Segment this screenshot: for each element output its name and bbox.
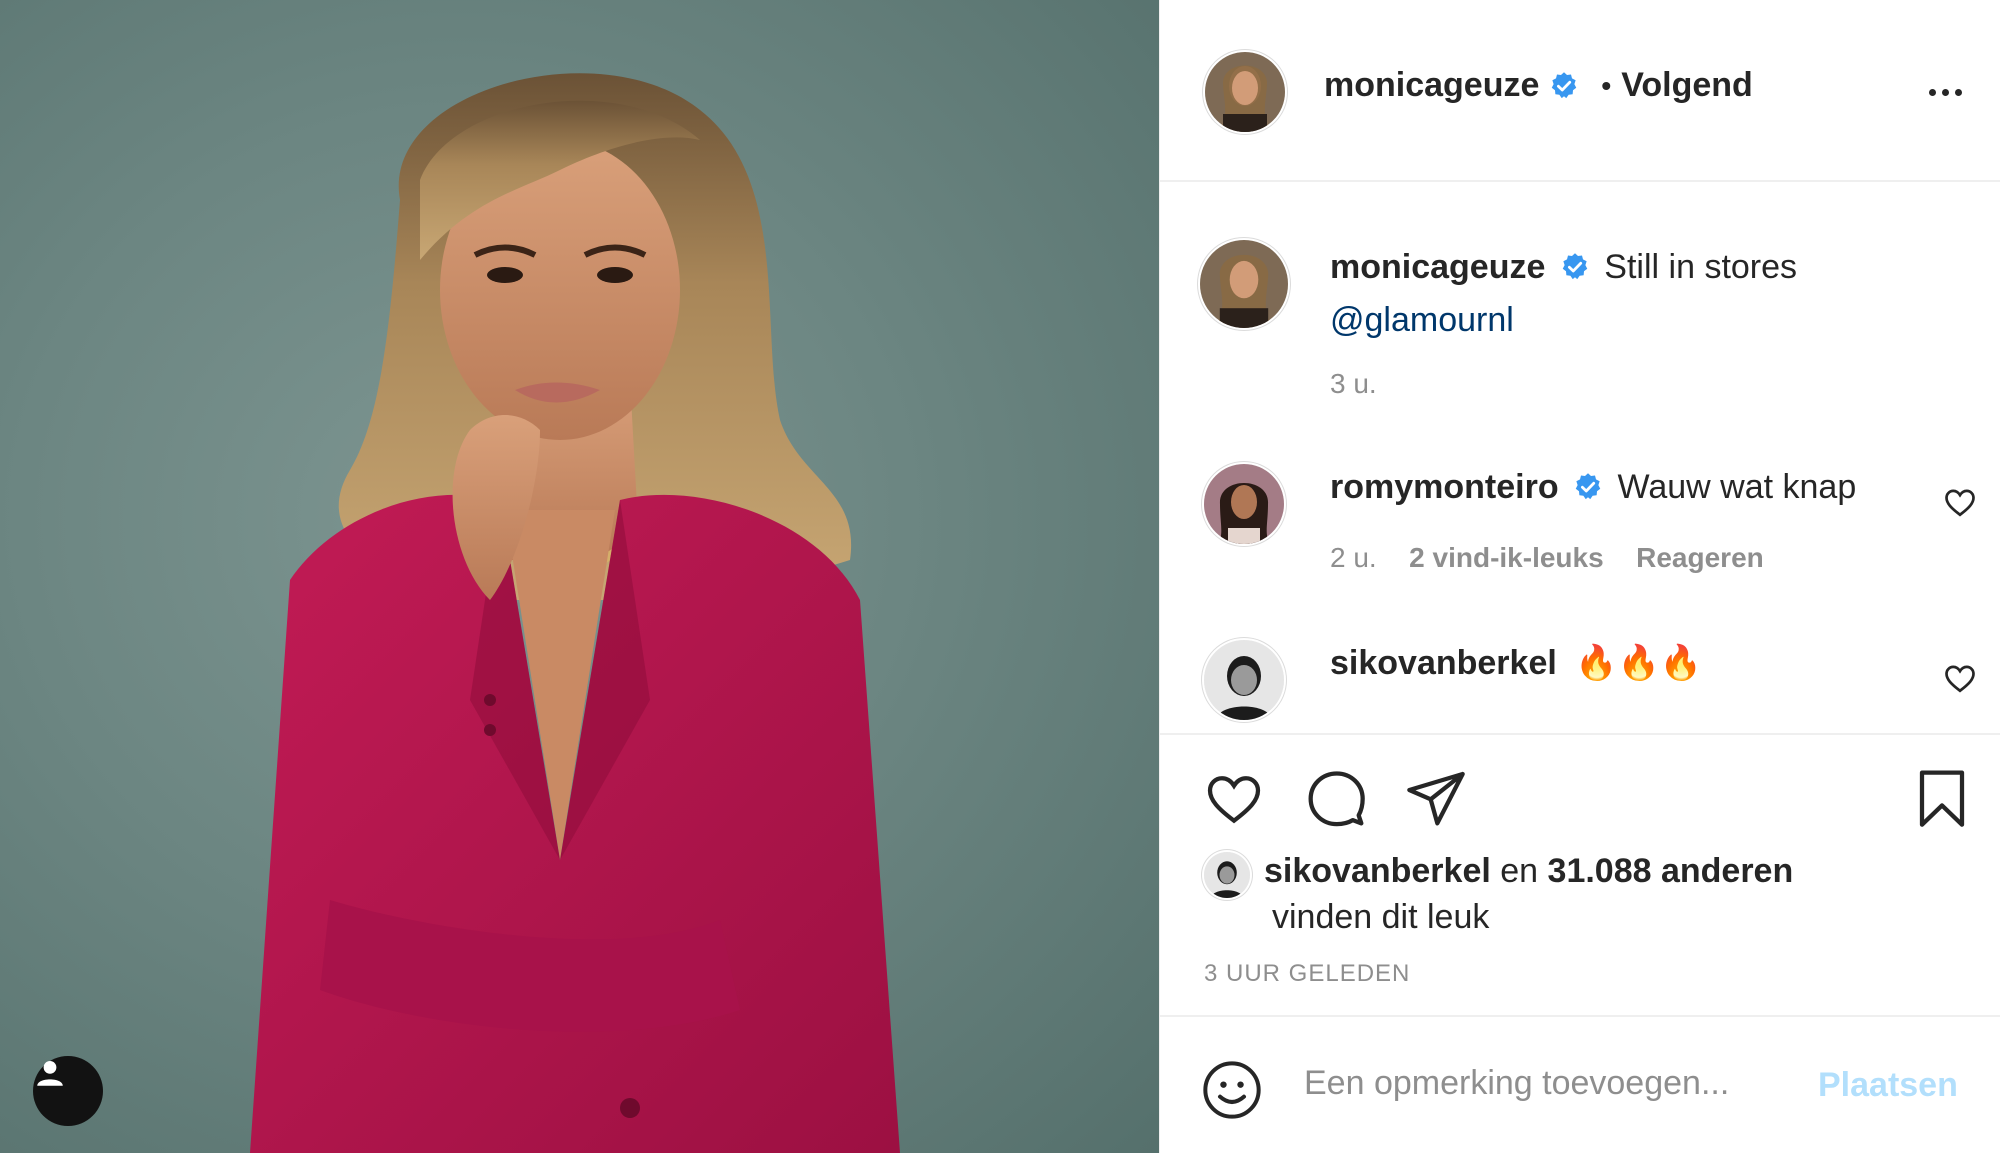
liker-username[interactable]: sikovanberkel (1264, 852, 1491, 890)
author-username[interactable]: monicageuze (1324, 66, 1539, 105)
comment-username[interactable]: romymonteiro (1330, 468, 1559, 506)
comment-time[interactable]: 2 u. (1330, 542, 1377, 573)
composer-divider (1160, 1015, 2000, 1017)
comment-username[interactable]: sikovanberkel (1330, 644, 1557, 682)
portrait-illustration (250, 73, 900, 1153)
comment-1: romymonteiro Wauw wat knap (1330, 464, 1856, 517)
comment-2: sikovanberkel 🔥🔥🔥 (1330, 640, 1702, 693)
likes-count-button[interactable]: 31.088 anderen (1548, 852, 1794, 890)
likes-connector: en (1500, 852, 1539, 890)
caption: monicageuze Still in stores @glamournl (1330, 244, 1950, 350)
author-avatar[interactable] (1205, 52, 1285, 132)
comment-likes-count[interactable]: 2 vind-ik-leuks (1409, 542, 1604, 573)
post-comment-button[interactable]: Plaatsen (1818, 1066, 1958, 1105)
comment-bubble-icon[interactable] (1304, 766, 1368, 830)
comment-like-heart-icon[interactable] (1942, 484, 1978, 520)
reply-button[interactable]: Reageren (1636, 542, 1764, 573)
following-button[interactable]: Volgend (1621, 66, 1753, 105)
smiley-icon[interactable] (1200, 1058, 1264, 1122)
bookmark-icon[interactable] (1910, 766, 1974, 830)
verified-badge-icon (1562, 253, 1588, 280)
comment-text: 🔥🔥🔥 (1575, 644, 1703, 682)
more-options-button[interactable] (1920, 72, 1970, 112)
post-sidebar: monicageuze • Volgend monicageuze Still … (1159, 0, 2000, 1153)
separator-dot: • (1601, 69, 1612, 101)
user-tag-icon (37, 1060, 63, 1086)
header-divider (1160, 180, 2000, 182)
comment-avatar-sikovanberkel[interactable] (1204, 640, 1284, 720)
comment-text: Wauw wat knap (1617, 468, 1857, 506)
comment-avatar-romymonteiro[interactable] (1204, 464, 1284, 544)
more-dots-icon (1928, 88, 1936, 96)
caption-mention-link[interactable]: @glamournl (1330, 301, 1514, 339)
comment-like-heart-icon[interactable] (1942, 660, 1978, 696)
comments-divider (1160, 733, 2000, 735)
likes-summary: sikovanberkel en 31.088 anderen vinden d… (1264, 848, 1793, 940)
post-image[interactable] (0, 0, 1159, 1153)
post-header: monicageuze • Volgend (1324, 66, 1753, 105)
caption-username[interactable]: monicageuze (1330, 248, 1545, 286)
avatar-image (1204, 640, 1284, 720)
user-tag-button[interactable] (33, 1056, 103, 1126)
liker-avatar[interactable] (1204, 852, 1250, 898)
caption-text: Still in stores (1604, 248, 1798, 286)
likes-suffix: vinden dit leuk (1272, 898, 1490, 936)
caption-time[interactable]: 3 u. (1330, 368, 1377, 400)
post-timestamp[interactable]: 3 UUR GELEDEN (1204, 960, 1410, 988)
comment-input[interactable] (1304, 1064, 1814, 1103)
avatar-image (1205, 52, 1285, 132)
avatar-image (1204, 464, 1284, 544)
paper-plane-icon[interactable] (1404, 766, 1468, 830)
caption-avatar[interactable] (1200, 240, 1288, 328)
heart-icon[interactable] (1202, 766, 1266, 830)
avatar-image (1204, 852, 1250, 898)
verified-badge-icon (1552, 71, 1577, 98)
verified-badge-icon (1575, 473, 1601, 500)
avatar-image (1200, 240, 1288, 328)
comment-1-meta: 2 u. 2 vind-ik-leuks Reageren (1330, 542, 1764, 574)
